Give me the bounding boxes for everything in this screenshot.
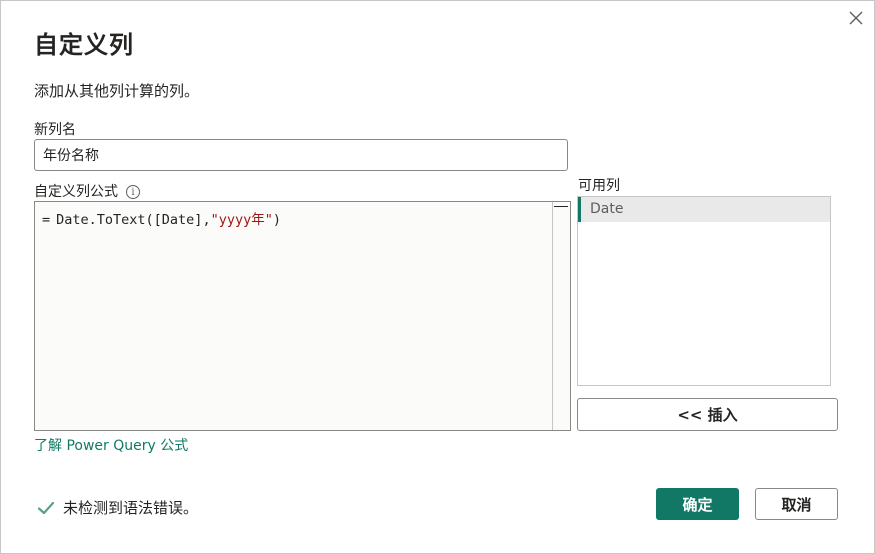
learn-power-query-link[interactable]: 了解 Power Query 公式 [34,435,188,455]
formula-string: "yyyy年" [210,212,273,228]
info-icon[interactable]: i [126,185,140,199]
dialog-title: 自定义列 [34,31,134,59]
ok-button[interactable]: 确定 [656,488,739,520]
dialog-subtitle: 添加从其他列计算的列。 [34,82,200,100]
available-columns-list[interactable]: Date [577,196,831,386]
formula-label-row: 自定义列公式 i [34,181,140,201]
check-icon [37,501,55,514]
syntax-status: 未检测到语法错误。 [37,497,198,518]
new-column-name-label: 新列名 [34,122,76,138]
formula-line: = Date.ToText([Date],"yyyy年") [42,208,281,228]
available-columns-label: 可用列 [578,178,620,194]
close-button[interactable] [843,5,869,31]
syntax-status-text: 未检测到语法错误。 [63,499,199,517]
insert-button[interactable]: << 插入 [577,398,838,431]
scrollbar-thumb[interactable] [554,206,568,207]
formula-prefix: = [42,212,51,228]
formula-label: 自定义列公式 [34,184,118,200]
close-icon [849,11,863,25]
formula-editor[interactable]: = Date.ToText([Date],"yyyy年") [34,201,571,431]
formula-suffix: ) [272,212,281,228]
cancel-button[interactable]: 取消 [755,488,838,520]
formula-code: Date.ToText([Date], [56,212,211,228]
custom-column-dialog: 自定义列 添加从其他列计算的列。 新列名 自定义列公式 i = Date.ToTex… [0,0,875,554]
column-item-date[interactable]: Date [578,197,830,222]
new-column-name-input[interactable] [34,139,568,171]
formula-scrollbar[interactable] [552,202,570,430]
